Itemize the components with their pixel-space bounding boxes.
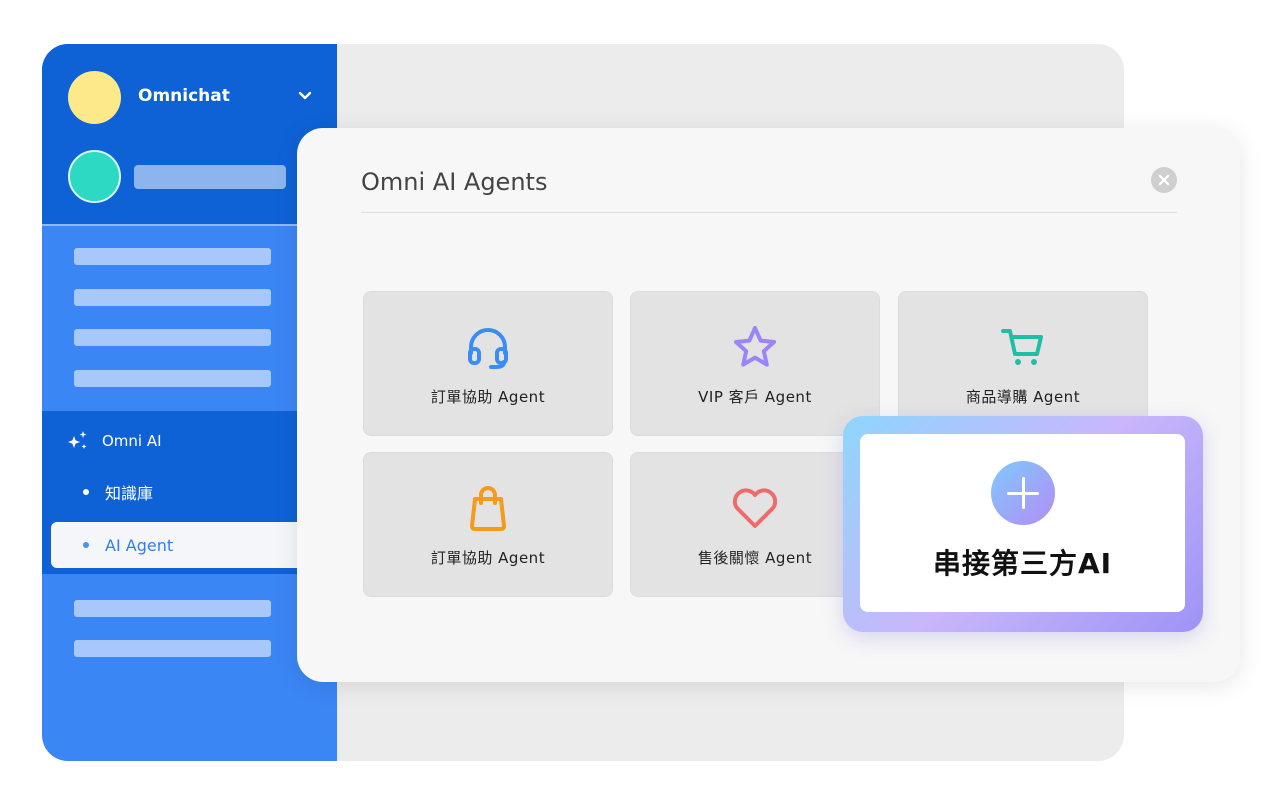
- shopping-cart-icon: [1001, 329, 1043, 365]
- chevron-down-icon[interactable]: [297, 87, 313, 103]
- omni-ai-section: Omni AI 知識庫 AI Agent: [42, 411, 337, 574]
- menu-item-placeholder[interactable]: [74, 248, 271, 265]
- plus-icon[interactable]: [991, 461, 1055, 525]
- omni-ai-label: Omni AI: [102, 432, 162, 450]
- heart-icon: [732, 488, 778, 528]
- agent-card-label: 訂單協助 Agent: [430, 549, 546, 567]
- org-name[interactable]: Omnichat: [138, 86, 230, 106]
- bullet-icon: [83, 489, 89, 495]
- shopping-bag-icon: [470, 486, 506, 531]
- agent-card-shopping-guide[interactable]: 商品導購 Agent: [898, 291, 1148, 436]
- omni-ai-menu[interactable]: Omni AI: [66, 429, 162, 453]
- menu-item-placeholder[interactable]: [74, 329, 271, 346]
- sidebar-item-label: AI Agent: [105, 535, 174, 555]
- user-avatar[interactable]: [68, 150, 121, 203]
- menu-item-placeholder[interactable]: [74, 289, 271, 306]
- menu-item-placeholder[interactable]: [74, 370, 271, 387]
- agent-card-order-assist-2[interactable]: 訂單協助 Agent: [363, 452, 613, 597]
- agent-card-vip-customer[interactable]: VIP 客戶 Agent: [630, 291, 880, 436]
- agent-card-label: 訂單協助 Agent: [430, 388, 546, 406]
- bullet-icon: [83, 542, 89, 548]
- menu-item-placeholder[interactable]: [74, 600, 271, 617]
- agent-card-label: 商品導購 Agent: [965, 388, 1081, 406]
- agent-card-order-assist[interactable]: 訂單協助 Agent: [363, 291, 613, 436]
- org-avatar[interactable]: [68, 71, 121, 124]
- menu-item-placeholder[interactable]: [74, 640, 271, 657]
- headset-icon: [468, 328, 508, 369]
- close-icon[interactable]: [1151, 167, 1177, 193]
- modal-divider: [361, 212, 1177, 213]
- sidebar-divider: [42, 224, 337, 226]
- agent-card-label: VIP 客戶 Agent: [698, 388, 812, 406]
- star-icon: [734, 326, 776, 367]
- integrate-third-party-ai-card[interactable]: 串接第三方AI: [843, 416, 1203, 632]
- sidebar-header: Omnichat: [42, 44, 337, 224]
- integrate-card-body: 串接第三方AI: [860, 434, 1185, 612]
- sidebar-item-ai-agent[interactable]: AI Agent: [51, 522, 337, 568]
- modal-title: Omni AI Agents: [361, 168, 548, 196]
- sidebar: Omnichat Omni AI 知識庫 AI Agent: [42, 44, 337, 761]
- integrate-label: 串接第三方AI: [932, 547, 1113, 580]
- agent-card-label: 售後關懷 Agent: [697, 549, 813, 567]
- user-name-placeholder: [134, 165, 286, 189]
- sidebar-item-label: 知識庫: [105, 484, 154, 503]
- sparkle-icon: [68, 431, 87, 449]
- sidebar-item-knowledge-base[interactable]: 知識庫: [42, 469, 337, 515]
